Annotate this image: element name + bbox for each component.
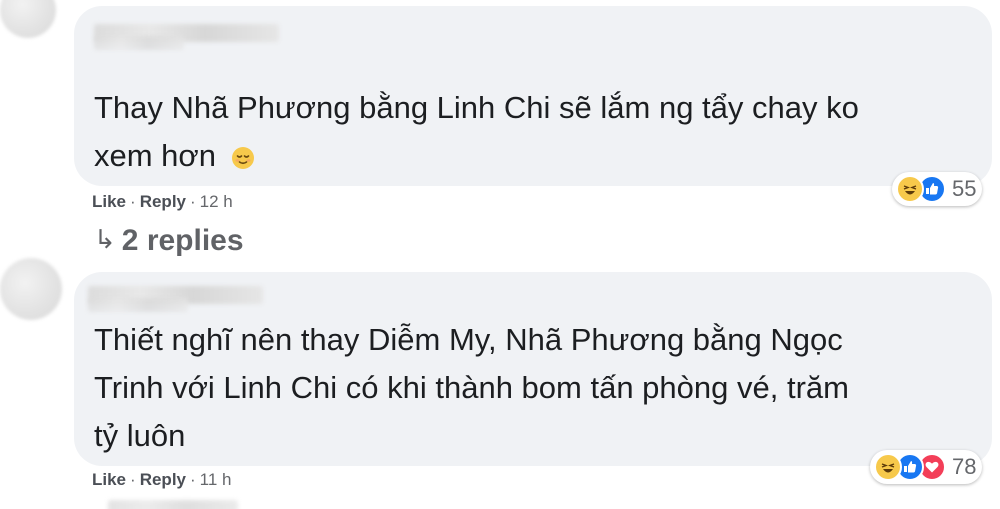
separator-dot: · [190, 470, 196, 489]
comment-thread: Thay Nhã Phương bằng Linh Chi sẽ lắm ng … [0, 0, 1000, 509]
reply-arrow-icon: ↳ [94, 224, 116, 254]
comment-bubble: Thay Nhã Phương bằng Linh Chi sẽ lắm ng … [74, 6, 992, 186]
reactions-summary[interactable]: 55 [892, 172, 983, 206]
replies-label: 2 replies [121, 224, 244, 257]
avatar[interactable] [0, 258, 62, 320]
comment-bubble: Thiết nghĩ nên thay Diễm My, Nhã Phương … [74, 272, 992, 466]
timestamp[interactable]: 12 h [200, 192, 233, 211]
author-name [108, 500, 238, 509]
separator-dot: · [190, 192, 196, 211]
like-link[interactable]: Like [92, 470, 126, 489]
author-name [88, 298, 188, 312]
reaction-count: 78 [952, 454, 977, 479]
comment-line: Trinh với Linh Chi có khi thành bom tấn … [94, 370, 849, 405]
avatar[interactable] [0, 0, 56, 38]
like-link[interactable]: Like [92, 192, 126, 211]
reply-link[interactable]: Reply [140, 470, 186, 489]
reactions-summary[interactable]: 78 [870, 450, 983, 484]
comment-line: xem hơn [94, 132, 859, 184]
comment-line: Thay Nhã Phương bằng Linh Chi sẽ lắm ng … [94, 90, 859, 125]
relieved-face-icon [231, 136, 255, 184]
reply-link[interactable]: Reply [140, 192, 186, 211]
haha-icon [874, 453, 902, 481]
view-replies-link[interactable]: ↳ 2 replies [94, 224, 244, 258]
comment-actions: Like · Reply · 12 h [92, 192, 233, 212]
comment-text: Thay Nhã Phương bằng Linh Chi sẽ lắm ng … [94, 84, 859, 184]
timestamp[interactable]: 11 h [200, 470, 232, 489]
comment-line: Thiết nghĩ nên thay Diễm My, Nhã Phương … [94, 322, 843, 357]
separator-dot: · [130, 470, 136, 489]
reaction-count: 55 [952, 176, 977, 201]
comment-line: tỷ luôn [94, 418, 186, 453]
comment-line-text: xem hơn [94, 138, 216, 173]
comment-text: Thiết nghĩ nên thay Diễm My, Nhã Phương … [94, 316, 849, 460]
haha-icon [896, 175, 924, 203]
author-name [94, 36, 184, 50]
comment-actions: Like · Reply · 11 h [92, 470, 232, 490]
separator-dot: · [130, 192, 136, 211]
